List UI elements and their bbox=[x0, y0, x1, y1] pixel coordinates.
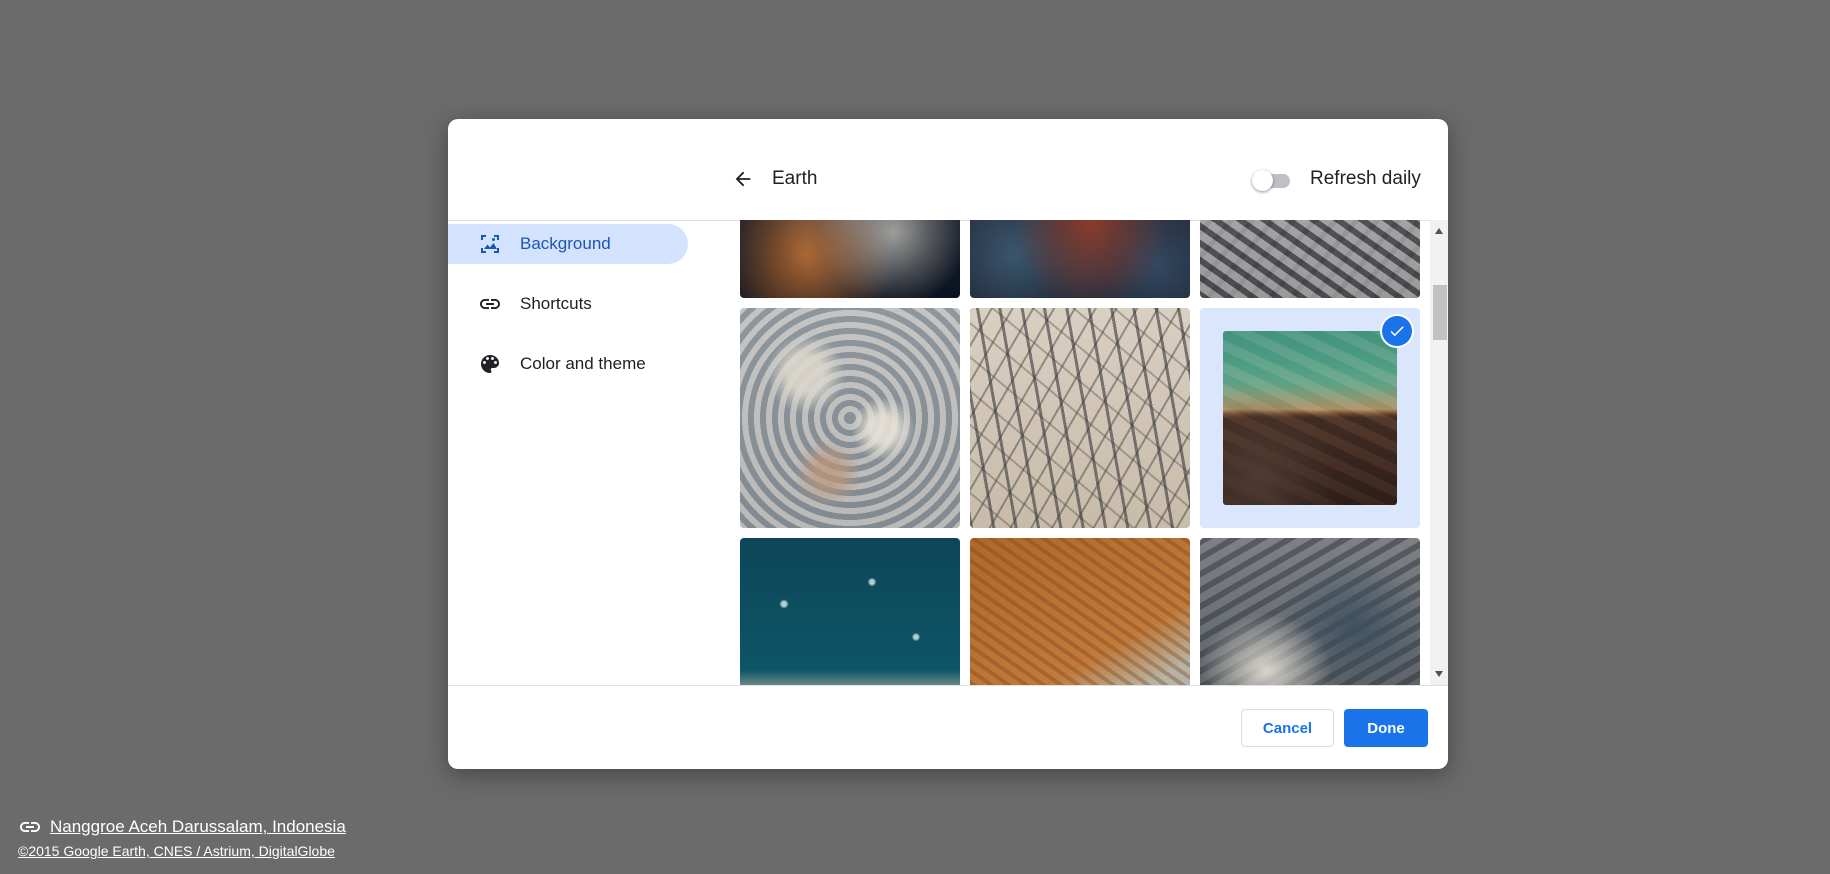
scroll-down-arrow-icon[interactable] bbox=[1430, 665, 1448, 683]
sidebar-item-label: Background bbox=[520, 234, 611, 253]
palette-icon bbox=[478, 352, 502, 376]
background-tile[interactable] bbox=[970, 308, 1190, 528]
arrow-back-icon bbox=[735, 171, 751, 187]
dialog-footer: Cancel Done bbox=[448, 685, 1448, 769]
tile-image bbox=[1200, 538, 1420, 685]
background-tile[interactable] bbox=[970, 220, 1190, 298]
tile-image bbox=[1200, 220, 1420, 298]
tile-image bbox=[740, 220, 960, 298]
sidebar-item-label: Color and theme bbox=[520, 354, 646, 373]
sidebar: Background Shortcuts Color and theme bbox=[448, 220, 708, 685]
background-tile[interactable] bbox=[1200, 538, 1420, 685]
background-tile[interactable] bbox=[740, 538, 960, 685]
toggle-knob bbox=[1252, 170, 1273, 191]
tile-image bbox=[740, 308, 960, 528]
grid-scrollbar[interactable] bbox=[1430, 220, 1448, 685]
link-icon bbox=[20, 822, 40, 832]
tile-image bbox=[970, 308, 1190, 528]
link-icon bbox=[478, 292, 502, 316]
background-tile[interactable] bbox=[970, 538, 1190, 685]
background-icon bbox=[478, 232, 502, 256]
customize-dialog: Earth Refresh daily Background Shortcuts… bbox=[448, 119, 1448, 769]
sidebar-item-background[interactable]: Background bbox=[448, 224, 688, 264]
sidebar-item-label: Shortcuts bbox=[520, 294, 592, 313]
sidebar-item-shortcuts[interactable]: Shortcuts bbox=[448, 284, 688, 324]
back-button[interactable] bbox=[728, 164, 758, 194]
background-tile[interactable] bbox=[1200, 220, 1420, 298]
attribution-location-row: Nanggroe Aceh Darussalam, Indonesia bbox=[18, 815, 346, 839]
attribution-location-link[interactable]: Nanggroe Aceh Darussalam, Indonesia bbox=[50, 817, 346, 837]
selected-check-icon bbox=[1382, 316, 1412, 346]
background-tile[interactable] bbox=[740, 308, 960, 528]
tile-image bbox=[740, 538, 960, 685]
scroll-up-arrow-icon[interactable] bbox=[1430, 222, 1448, 240]
background-tile[interactable] bbox=[740, 220, 960, 298]
dialog-header: Earth Refresh daily bbox=[448, 119, 1448, 221]
refresh-daily-toggle[interactable] bbox=[1252, 170, 1290, 191]
attribution-copyright-link[interactable]: ©2015 Google Earth, CNES / Astrium, Digi… bbox=[18, 843, 335, 859]
background-tile-selected[interactable] bbox=[1200, 308, 1420, 528]
background-attribution: Nanggroe Aceh Darussalam, Indonesia ©201… bbox=[18, 815, 346, 859]
tile-image bbox=[970, 538, 1190, 685]
sidebar-item-color-theme[interactable]: Color and theme bbox=[448, 344, 688, 384]
tile-image bbox=[1223, 331, 1397, 505]
refresh-daily-label: Refresh daily bbox=[1310, 168, 1421, 189]
tile-image bbox=[970, 220, 1190, 298]
background-grid bbox=[740, 220, 1448, 685]
collection-title: Earth bbox=[772, 168, 818, 189]
cancel-button[interactable]: Cancel bbox=[1241, 709, 1334, 747]
done-button[interactable]: Done bbox=[1344, 709, 1428, 747]
scroll-thumb[interactable] bbox=[1433, 285, 1447, 340]
